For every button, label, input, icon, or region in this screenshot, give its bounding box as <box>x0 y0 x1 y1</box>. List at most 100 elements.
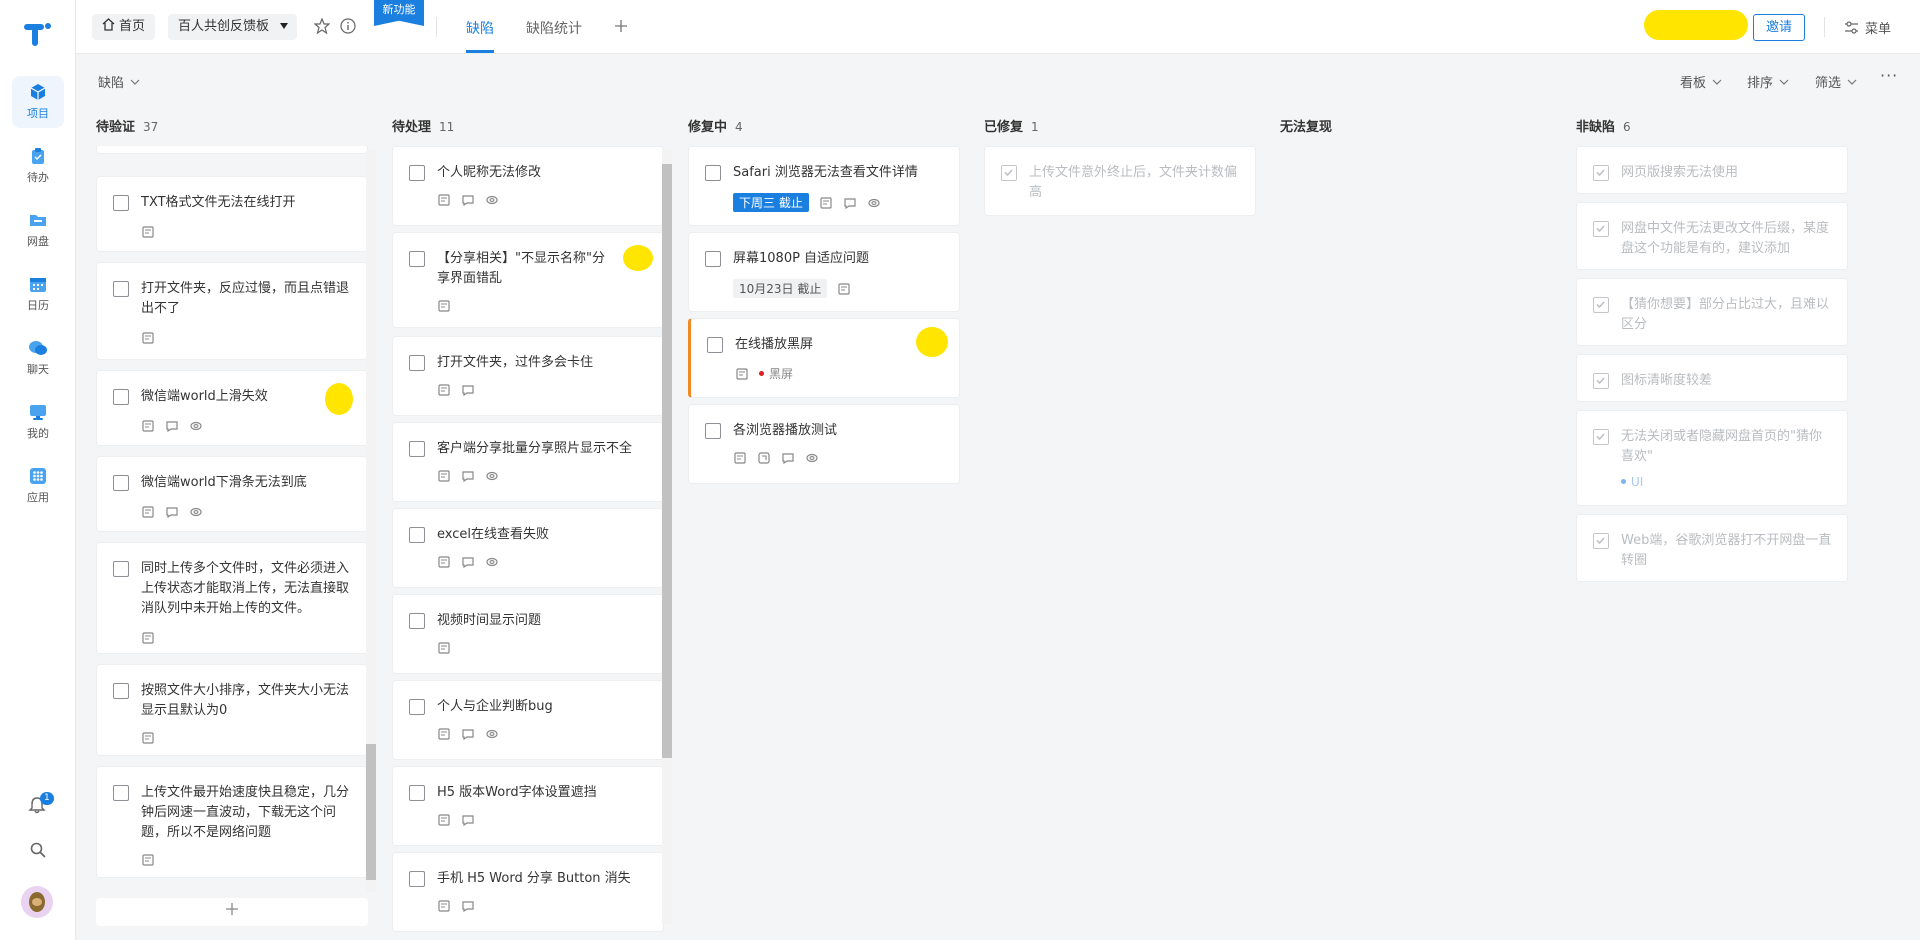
tab-defects[interactable]: 缺陷 <box>466 18 494 38</box>
defect-card[interactable]: TXT格式文件无法在线打开 <box>96 176 368 252</box>
card-checkbox[interactable] <box>113 195 129 211</box>
defect-card[interactable]: 手机 H5 Word 分享 Button 消失 <box>392 852 664 932</box>
filter-dropdown[interactable]: 筛选 <box>1815 72 1857 91</box>
defect-card[interactable]: H5 版本Word字体设置遮挡 <box>392 766 664 846</box>
card-checkbox[interactable] <box>409 441 425 457</box>
card-checkbox[interactable] <box>409 785 425 801</box>
defect-card[interactable]: 同时上传多个文件时，文件必须进入上传状态才能取消上传，无法直接取消队列中未开始上… <box>96 542 368 654</box>
sidebar-item-chat[interactable]: 聊天 <box>12 332 64 384</box>
defect-card[interactable]: 【分享相关】"不显示名称"分享界面错乱 <box>392 232 664 328</box>
star-icon[interactable] <box>314 18 330 34</box>
chevron-down-icon <box>1847 79 1857 85</box>
board-selector[interactable]: 百人共创反馈板 <box>168 14 298 40</box>
invite-button[interactable]: 邀请 <box>1753 14 1805 41</box>
sidebar-item-apps[interactable]: 应用 <box>12 460 64 512</box>
card-checkbox[interactable] <box>409 871 425 887</box>
sidebar-item-calendar[interactable]: 日历 <box>12 268 64 320</box>
card-checkbox[interactable] <box>409 251 425 267</box>
defect-card[interactable]: 网盘中文件无法更改文件后缀，某度盘这个功能是有的，建议添加 <box>1576 202 1848 270</box>
defect-card[interactable]: Safari 浏览器无法查看文件详情 下周三 截止 <box>688 146 960 226</box>
scrollbar-thumb[interactable] <box>366 744 376 880</box>
card-checkbox[interactable] <box>409 613 425 629</box>
sort-dropdown[interactable]: 排序 <box>1747 72 1789 91</box>
defect-card[interactable]: 各浏览器播放测试 <box>688 404 960 484</box>
view-dropdown[interactable]: 看板 <box>1680 72 1722 91</box>
card-checkbox[interactable] <box>1593 533 1609 549</box>
card-checkbox[interactable] <box>409 165 425 181</box>
type-filter-dropdown[interactable]: 缺陷 <box>98 72 140 91</box>
column-scrollbar[interactable] <box>662 150 672 924</box>
defect-card[interactable]: excel在线查看失败 <box>392 508 664 588</box>
defect-card[interactable]: 上传文件意外终止后，文件夹计数偏高 <box>984 146 1256 216</box>
defect-card[interactable]: 打开文件夹，过件多会卡住 <box>392 336 664 416</box>
due-date-badge[interactable]: 10月23日 截止 <box>733 279 828 298</box>
card-title: 图标清晰度较差 <box>1621 373 1713 388</box>
sidebar-item-mine[interactable]: 我的 <box>12 396 64 448</box>
card-checkbox[interactable] <box>1593 429 1609 445</box>
defect-card[interactable]: 个人与企业判断bug <box>392 680 664 760</box>
due-date-badge[interactable]: 下周三 截止 <box>733 193 809 212</box>
tab-defect-stats[interactable]: 缺陷统计 <box>526 18 582 38</box>
column-scrollbar[interactable] <box>366 150 376 892</box>
card-checkbox[interactable] <box>1593 221 1609 237</box>
defect-card[interactable]: 微信端world上滑失效 <box>96 370 368 446</box>
sidebar-item-label: 我的 <box>27 427 49 440</box>
card-checkbox[interactable] <box>409 355 425 371</box>
doc-icon <box>142 854 154 866</box>
card-checkbox[interactable] <box>113 785 129 801</box>
sidebar-item-drive[interactable]: 网盘 <box>12 204 64 256</box>
defect-card[interactable]: 微信端world下滑条无法到底 <box>96 456 368 532</box>
tag[interactable]: UI <box>1621 475 1643 489</box>
card-checkbox[interactable] <box>1001 165 1017 181</box>
info-icon[interactable] <box>340 18 356 34</box>
card-checkbox[interactable] <box>705 165 721 181</box>
card-checkbox[interactable] <box>113 281 129 297</box>
redaction-mark <box>325 383 353 415</box>
add-card-button[interactable] <box>96 898 368 926</box>
defect-card[interactable]: Web端，谷歌浏览器打不开网盘一直转圈 <box>1576 514 1848 582</box>
add-tab-icon[interactable] <box>614 19 628 33</box>
card-partial[interactable] <box>96 146 368 154</box>
attachment-icon <box>486 195 498 205</box>
defect-card[interactable]: 【猜你想要】部分占比过大，且难以区分 <box>1576 278 1848 346</box>
defect-card[interactable]: 上传文件最开始速度快且稳定，几分钟后网速一直波动，下载无这个问题，所以不是网络问… <box>96 766 368 878</box>
defect-card[interactable]: 打开文件夹，反应过慢，而且点错退出不了 <box>96 262 368 360</box>
new-feature-badge[interactable]: 新功能 <box>374 0 424 26</box>
column-name: 待验证 <box>96 120 136 135</box>
card-title: Safari 浏览器无法查看文件详情 <box>733 165 918 180</box>
menu-button[interactable]: 菜单 <box>1844 18 1891 37</box>
card-checkbox[interactable] <box>705 423 721 439</box>
defect-card[interactable]: 客户端分享批量分享照片显示不全 <box>392 422 664 502</box>
card-checkbox[interactable] <box>1593 373 1609 389</box>
card-checkbox[interactable] <box>409 527 425 543</box>
defect-card[interactable]: 个人昵称无法修改 <box>392 146 664 226</box>
card-checkbox[interactable] <box>705 251 721 267</box>
defect-card[interactable]: 按照文件大小排序，文件夹大小无法显示且默认为0 <box>96 664 368 756</box>
defect-card[interactable]: 无法关闭或者隐藏网盘首页的"猜你喜欢" UI <box>1576 410 1848 506</box>
card-checkbox[interactable] <box>707 337 723 353</box>
defect-card[interactable]: 屏幕1080P 自适应问题 10月23日 截止 <box>688 232 960 312</box>
more-options-button[interactable]: ··· <box>1880 66 1898 85</box>
sidebar-item-todo[interactable]: 待办 <box>12 140 64 192</box>
defect-card[interactable]: 网页版搜索无法使用 <box>1576 146 1848 194</box>
tag[interactable]: 黑屏 <box>759 365 793 382</box>
defect-card[interactable]: 视频时间显示问题 <box>392 594 664 674</box>
card-checkbox[interactable] <box>113 389 129 405</box>
card-checkbox[interactable] <box>113 561 129 577</box>
card-checkbox[interactable] <box>1593 297 1609 313</box>
avatar[interactable] <box>21 886 53 918</box>
app-logo[interactable] <box>22 20 52 48</box>
card-checkbox[interactable] <box>409 699 425 715</box>
home-button[interactable]: 首页 <box>92 14 156 40</box>
scrollbar-thumb[interactable] <box>662 164 672 758</box>
tab-label: 缺陷统计 <box>526 21 582 37</box>
notification-button[interactable]: 1 <box>28 792 54 818</box>
sidebar-item-project[interactable]: 项目 <box>12 76 64 128</box>
search-button[interactable] <box>29 841 47 863</box>
card-checkbox[interactable] <box>113 683 129 699</box>
card-checkbox[interactable] <box>113 475 129 491</box>
defect-card[interactable]: 在线播放黑屏 黑屏 <box>688 318 960 398</box>
doc-icon <box>838 282 850 295</box>
card-checkbox[interactable] <box>1593 165 1609 181</box>
defect-card[interactable]: 图标清晰度较差 <box>1576 354 1848 402</box>
